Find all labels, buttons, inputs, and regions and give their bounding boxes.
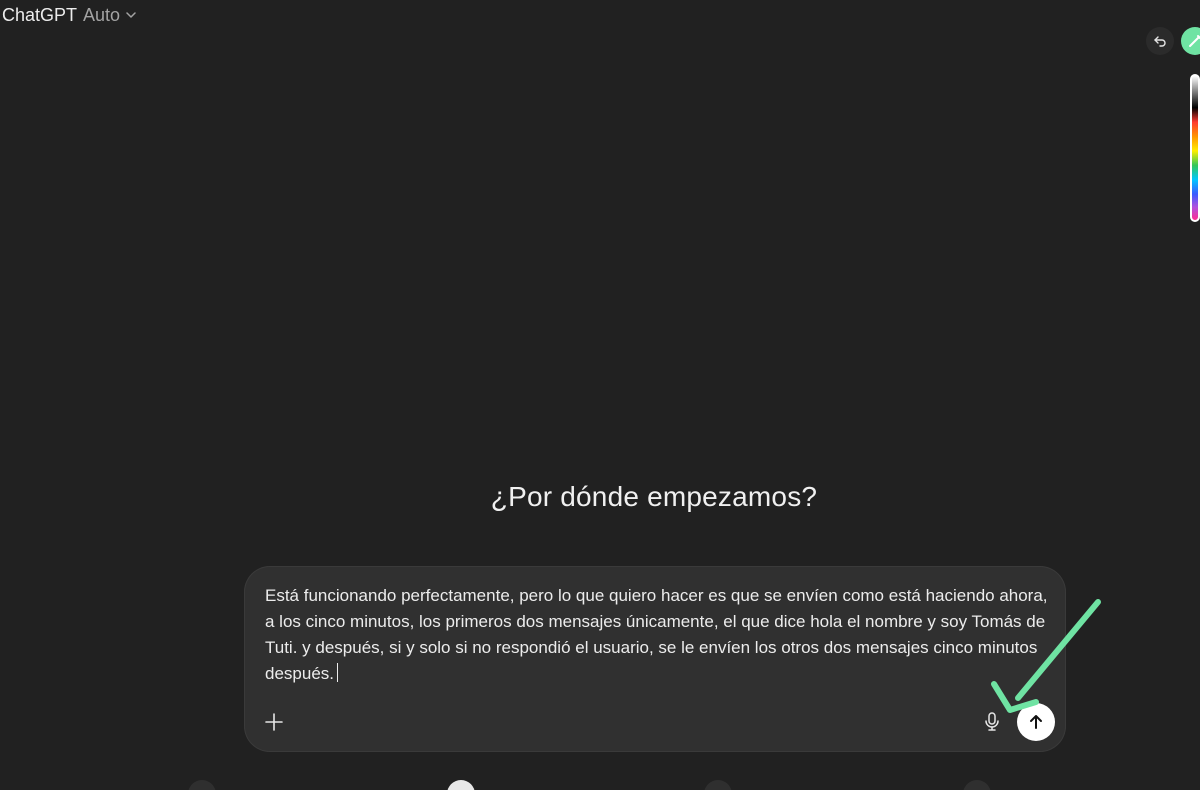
message-composer[interactable]: Está funcionando perfectamente, pero lo …	[244, 566, 1066, 752]
suggestion-icon[interactable]	[704, 780, 732, 790]
model-selector[interactable]: ChatGPT Auto	[2, 4, 137, 26]
chatgpt-page: ChatGPT Auto ¿Por dónde empezamos? Está …	[0, 0, 1200, 790]
color-slider[interactable]	[1190, 74, 1200, 222]
suggestion-icon[interactable]	[963, 780, 991, 790]
text-caret	[337, 663, 338, 682]
message-input[interactable]: Está funcionando perfectamente, pero lo …	[265, 583, 1050, 687]
brand-label: ChatGPT	[2, 5, 78, 25]
undo-icon	[1154, 36, 1166, 47]
annotation-arrow	[991, 599, 1101, 713]
chevron-down-icon	[126, 12, 136, 18]
model-label: Auto	[83, 5, 121, 25]
undo-button[interactable]	[1146, 27, 1174, 55]
suggestion-icon[interactable]	[447, 780, 475, 790]
message-text: Está funcionando perfectamente, pero lo …	[265, 586, 1048, 683]
plus-icon	[265, 713, 283, 731]
attach-button[interactable]	[262, 710, 286, 734]
pen-tool-button[interactable]	[1181, 27, 1200, 55]
pen-icon	[1189, 35, 1200, 47]
page-title: ¿Por dónde empezamos?	[490, 481, 818, 512]
suggestion-icon[interactable]	[188, 780, 216, 790]
